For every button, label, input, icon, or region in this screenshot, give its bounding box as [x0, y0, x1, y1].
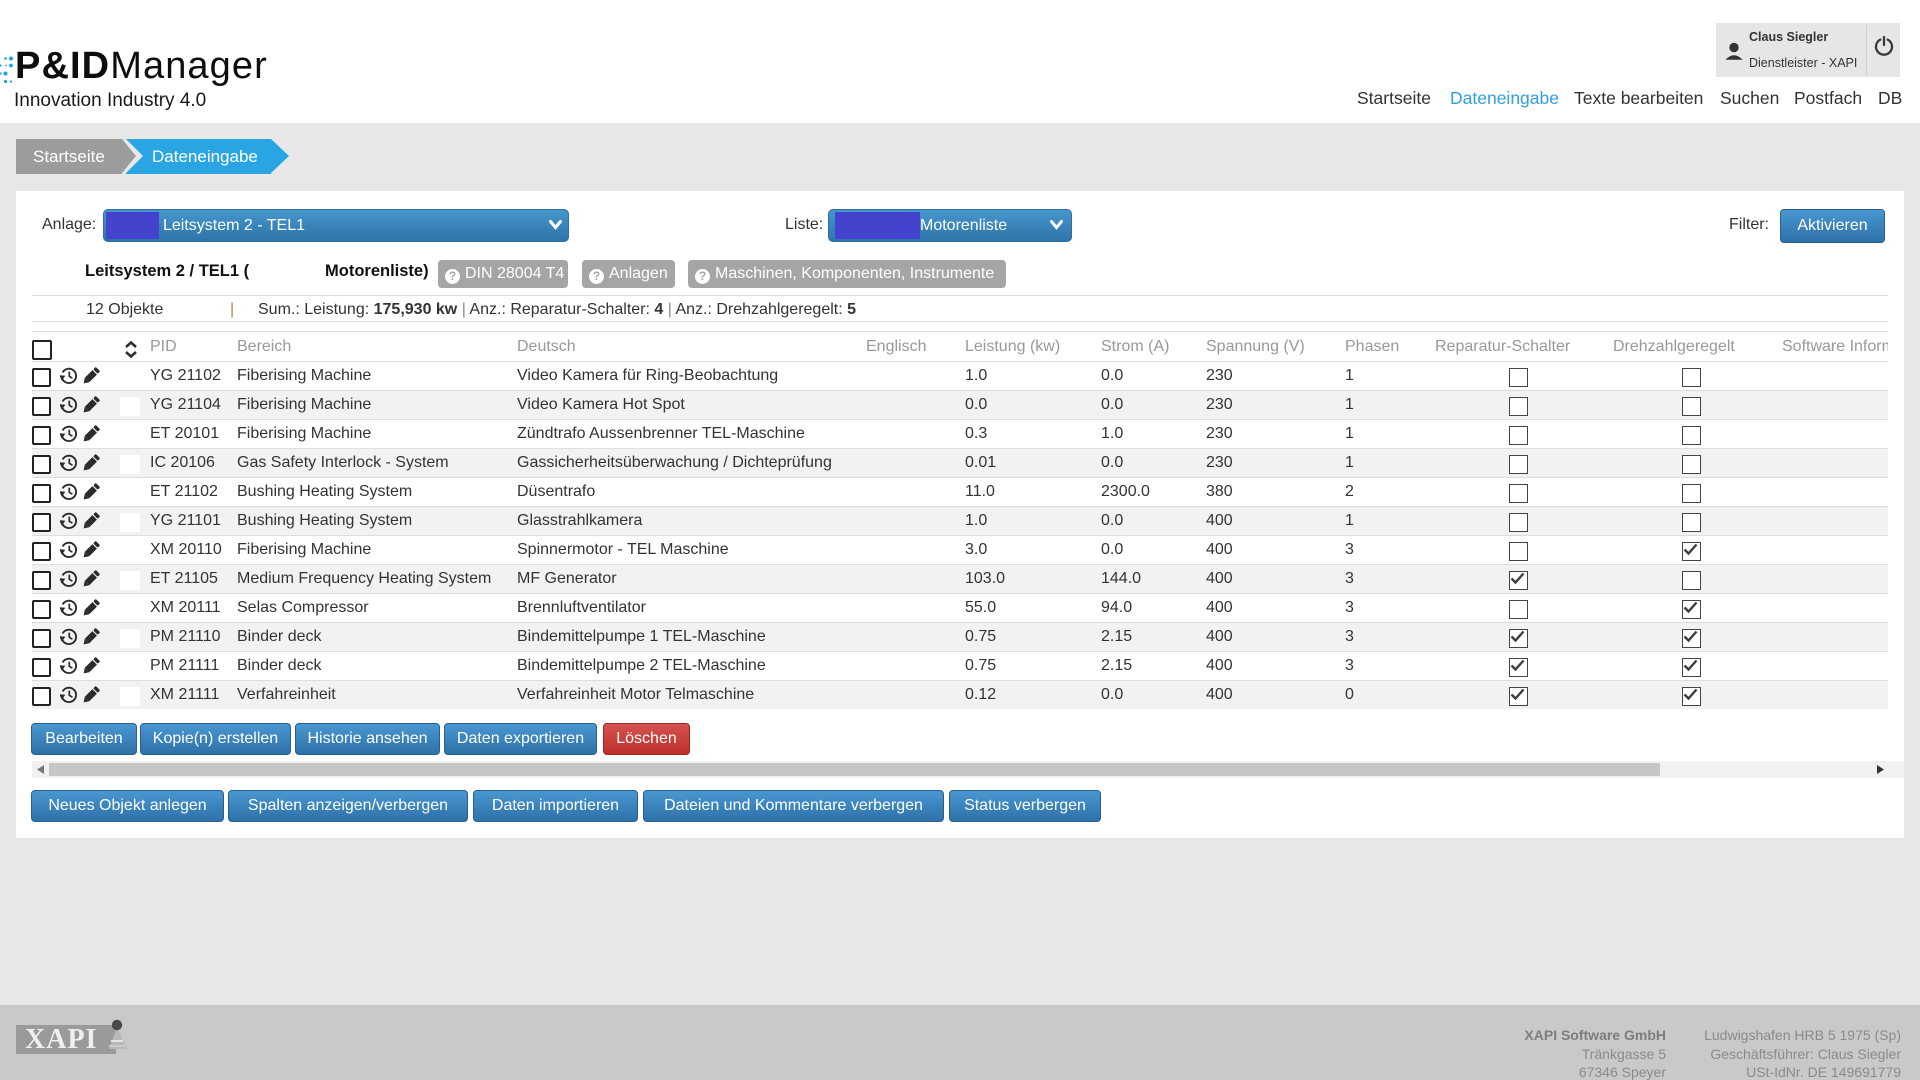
svg-text:XAPI: XAPI [25, 1024, 97, 1055]
